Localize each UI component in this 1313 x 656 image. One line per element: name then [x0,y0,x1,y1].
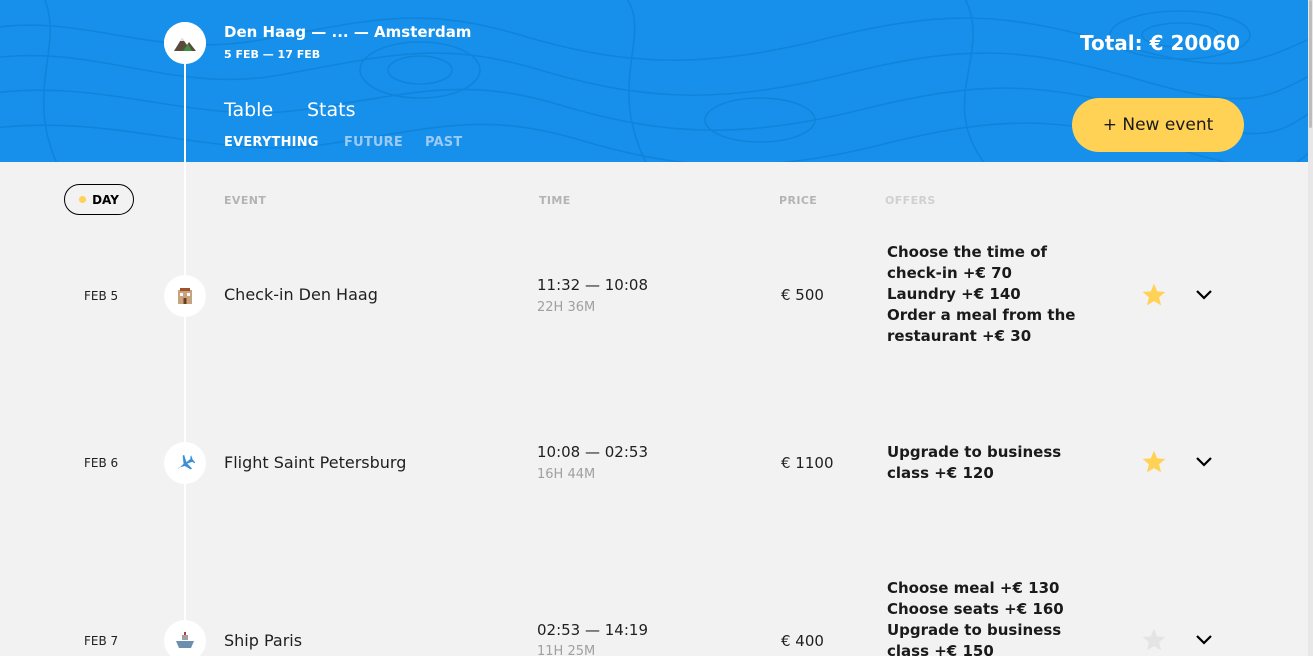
event-name: Check-in Den Haag [224,285,378,304]
sort-day-button[interactable]: DAY [64,184,134,215]
event-price: € 400 [781,632,824,650]
column-price[interactable]: PRICE [779,194,817,207]
new-event-button[interactable]: + New event [1072,98,1244,152]
event-price: € 500 [781,286,824,304]
trip-dates: 5 FEB — 17 FEB [224,48,321,61]
event-date: FEB 5 [84,289,119,303]
tab-stats[interactable]: Stats [307,99,356,121]
scrollbar-thumb[interactable] [1309,0,1312,128]
active-sort-dot [79,196,87,203]
column-event[interactable]: EVENT [224,194,266,207]
trip-title: Den Haag — ... — Amsterdam [224,23,472,41]
filter-past[interactable]: PAST [425,135,462,150]
scrollbar[interactable] [1308,0,1313,656]
offer-item: Upgrade to business class +€ 150 [887,621,1062,656]
sort-day-label: DAY [92,192,119,207]
event-time: 02:53 — 14:19 [537,621,648,639]
mountain-icon [174,38,196,51]
ship-icon [176,632,194,648]
timeline-line [184,40,186,656]
event-time: 11:32 — 10:08 [537,276,648,294]
event-type-icon [164,275,206,317]
event-offers: Upgrade to business class +€ 120 [887,442,1097,484]
favorite-star-icon[interactable] [1141,627,1167,653]
column-time[interactable]: TIME [539,194,571,207]
offer-item: Choose meal +€ 130 [887,579,1060,597]
offer-item: Choose seats +€ 160 [887,600,1064,618]
event-duration: 16H 44M [537,467,596,482]
favorite-star-icon[interactable] [1141,449,1167,475]
event-offers: Choose the time of check-in +€ 70 Laundr… [887,242,1097,347]
event-duration: 22H 36M [537,300,596,315]
event-price: € 1100 [781,454,834,472]
offer-item: Laundry +€ 140 [887,285,1021,303]
trip-icon-overlay [164,22,206,64]
event-name: Flight Saint Petersburg [224,453,407,472]
column-offers: OFFERS [885,194,936,207]
favorite-star-icon[interactable] [1141,282,1167,308]
chevron-down-icon[interactable] [1195,289,1213,301]
event-date: FEB 7 [84,634,119,648]
event-time: 10:08 — 02:53 [537,443,648,461]
offer-item: Order a meal from the restaurant +€ 30 [887,306,1076,345]
hotel-icon [178,288,192,304]
event-offers: Choose meal +€ 130 Choose seats +€ 160 U… [887,578,1097,656]
filter-everything[interactable]: EVERYTHING [224,135,319,150]
offer-item: Choose the time of check-in +€ 70 [887,243,1048,282]
tab-table[interactable]: Table [224,99,273,121]
airplane-icon [178,454,195,470]
chevron-down-icon[interactable] [1195,634,1213,646]
event-date: FEB 6 [84,456,119,470]
event-name: Ship Paris [224,631,303,650]
event-duration: 11H 25M [537,644,596,656]
total-price: Total: € 20060 [1080,31,1241,55]
event-type-icon [164,442,206,484]
filter-future[interactable]: FUTURE [344,135,403,150]
event-type-icon [164,620,206,656]
chevron-down-icon[interactable] [1195,456,1213,468]
offer-item: Upgrade to business class +€ 120 [887,443,1062,482]
